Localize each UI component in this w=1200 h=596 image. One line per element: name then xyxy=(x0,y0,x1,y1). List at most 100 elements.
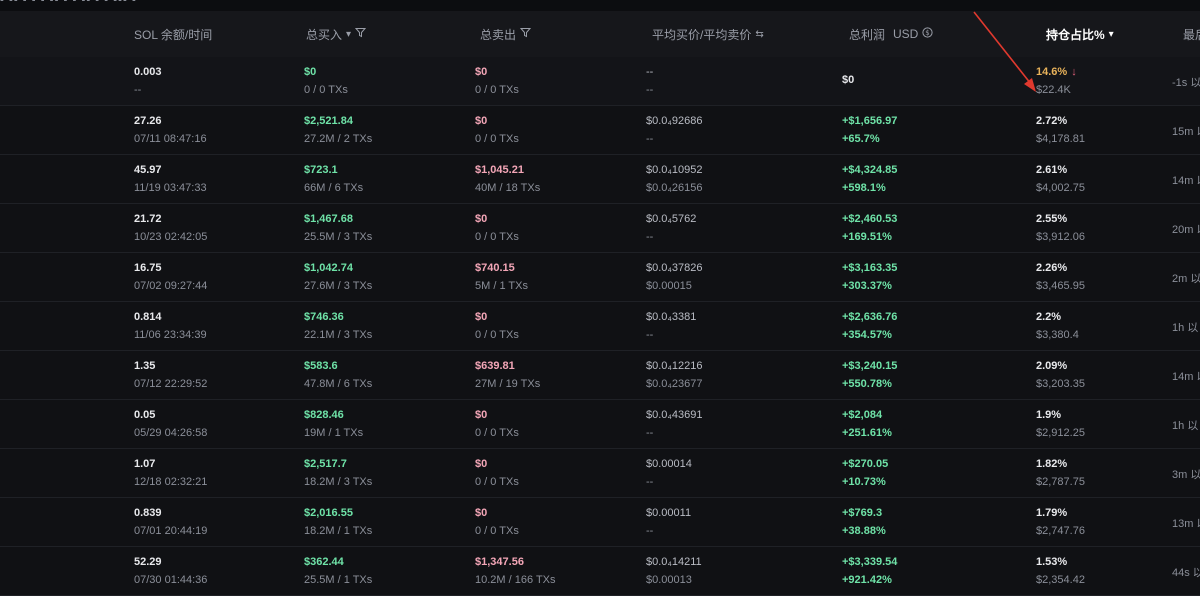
total-profit-percent: +169.51% xyxy=(842,231,892,243)
total-sell-detail: 0 / 0 TXs xyxy=(475,525,519,537)
total-profit-percent: +550.78% xyxy=(842,378,892,390)
total-sell-detail: 5M / 1 TXs xyxy=(475,280,528,292)
first-trade-time: 10/23 02:42:05 xyxy=(134,231,208,243)
avg-sell-price: -- xyxy=(646,476,654,488)
total-sell-detail: 0 / 0 TXs xyxy=(475,329,519,341)
table-row[interactable]: 27.26 07/11 08:47:16 $2,521.84 27.2M / 2… xyxy=(0,106,1200,155)
total-sell-value: $0 xyxy=(475,311,488,323)
holding-share-text: 1.79% xyxy=(1036,507,1068,519)
sol-balance: 16.75 xyxy=(134,262,162,274)
total-buy-detail: 22.1M / 3 TXs xyxy=(304,329,373,341)
total-sell-value: $0 xyxy=(475,458,488,470)
swap-icon[interactable]: ⇆ xyxy=(755,29,763,40)
col-total-sell[interactable]: 总卖出 xyxy=(480,11,532,57)
holding-share-text: 1.82% xyxy=(1036,458,1068,470)
first-trade-time: 07/01 20:44:19 xyxy=(134,525,208,537)
holding-share-value: $4,002.75 xyxy=(1036,182,1085,194)
avg-sell-price: $0.00015 xyxy=(646,280,692,292)
table-row[interactable]: 0.839 07/01 20:44:19 $2,016.55 18.2M / 1… xyxy=(0,498,1200,547)
avg-sell-price: -- xyxy=(646,525,654,537)
sol-balance: 0.05 xyxy=(134,409,156,421)
col-label: 总买入 xyxy=(306,27,343,42)
first-trade-time: 07/12 22:29:52 xyxy=(134,378,208,390)
avg-buy-price: $0.0₄3381 xyxy=(646,311,697,323)
total-profit-value: +$2,084 xyxy=(842,409,883,421)
total-sell-value: $0 xyxy=(475,213,488,225)
holding-share-percent: 1.82% xyxy=(1036,458,1067,470)
first-trade-time: 07/30 01:44:36 xyxy=(134,574,208,586)
total-buy-detail: 66M / 6 TXs xyxy=(304,182,364,194)
avg-buy-price: -- xyxy=(646,66,654,78)
total-profit-value: +$2,460.53 xyxy=(842,213,898,225)
total-buy-value: $723.1 xyxy=(304,164,338,176)
holding-share-percent: 1.53% xyxy=(1036,556,1067,568)
col-label: 总卖出 xyxy=(480,27,517,42)
table-row[interactable]: 0.814 11/06 23:34:39 $746.36 22.1M / 3 T… xyxy=(0,302,1200,351)
col-last[interactable]: 最后 xyxy=(1183,11,1200,57)
total-buy-detail: 27.6M / 3 TXs xyxy=(304,280,373,292)
table-row[interactable]: 0.05 05/29 04:26:58 $828.46 19M / 1 TXs … xyxy=(0,400,1200,449)
total-sell-detail: 0 / 0 TXs xyxy=(475,231,519,243)
total-sell-detail: 40M / 18 TXs xyxy=(475,182,541,194)
total-profit-percent: +303.37% xyxy=(842,280,892,292)
avg-buy-price: $0.0₄5762 xyxy=(646,213,697,225)
total-profit-value: +$1,656.97 xyxy=(842,115,898,127)
col-holding-share[interactable]: 持仓占比% ▾ xyxy=(1046,11,1114,57)
last-activity: 14m 以 xyxy=(1172,175,1200,187)
table-row[interactable]: 1.07 12/18 02:32:21 $2,517.7 18.2M / 3 T… xyxy=(0,449,1200,498)
total-sell-detail: 27M / 19 TXs xyxy=(475,378,541,390)
total-profit-percent: +921.42% xyxy=(842,574,892,586)
holding-share-value: $2,354.42 xyxy=(1036,574,1085,586)
total-sell-value: $0 xyxy=(475,507,488,519)
total-buy-value: $2,521.84 xyxy=(304,115,353,127)
filter-icon[interactable] xyxy=(354,27,367,41)
col-avg-price[interactable]: 平均买价/平均卖价 ⇆ xyxy=(652,11,764,57)
col-sol-balance-time[interactable]: SOL 余额/时间 xyxy=(134,11,212,57)
last-activity: -1s 以 xyxy=(1172,77,1200,89)
sort-caret-icon[interactable]: ▾ xyxy=(346,29,351,40)
holding-share-value: $2,747.76 xyxy=(1036,525,1085,537)
sol-balance: 21.72 xyxy=(134,213,162,225)
total-buy-detail: 25.5M / 1 TXs xyxy=(304,574,373,586)
table-row[interactable]: 0.003 -- $0 0 / 0 TXs $0 0 / 0 TXs -- --… xyxy=(0,57,1200,106)
holding-share-percent: 2.72% xyxy=(1036,115,1067,127)
last-activity: 15m 以 xyxy=(1172,126,1200,138)
table-row[interactable]: 52.29 07/30 01:44:36 $362.44 25.5M / 1 T… xyxy=(0,547,1200,596)
holding-share-percent: 2.61% xyxy=(1036,164,1067,176)
holding-share-percent: 2.55% xyxy=(1036,213,1067,225)
total-buy-value: $2,016.55 xyxy=(304,507,353,519)
total-buy-value: $583.6 xyxy=(304,360,338,372)
total-profit-percent: +354.57% xyxy=(842,329,892,341)
holding-share-text: 2.72% xyxy=(1036,115,1068,127)
avg-sell-price: -- xyxy=(646,427,654,439)
total-profit-value: +$769.3 xyxy=(842,507,883,519)
col-total-profit[interactable]: 总利润 USD $ xyxy=(849,11,933,57)
total-sell-detail: 0 / 0 TXs xyxy=(475,427,519,439)
table-row[interactable]: 45.97 11/19 03:47:33 $723.1 66M / 6 TXs … xyxy=(0,155,1200,204)
holding-share-text: 2.61% xyxy=(1036,164,1068,176)
avg-sell-price: $0.0₄23677 xyxy=(646,378,703,390)
filter-icon[interactable] xyxy=(519,27,532,41)
holding-share-text: 2.2% xyxy=(1036,311,1062,323)
avg-sell-price: $0.00013 xyxy=(646,574,692,586)
avg-buy-price: $0.0₄12216 xyxy=(646,360,703,372)
total-sell-value: $0 xyxy=(475,115,488,127)
sort-caret-down-icon[interactable]: ▾ xyxy=(1109,29,1114,40)
holding-share-text: 1.9% xyxy=(1036,409,1062,421)
sol-balance: 45.97 xyxy=(134,164,162,176)
holding-share-value: $4,178.81 xyxy=(1036,133,1085,145)
col-total-buy[interactable]: 总买入 ▾ xyxy=(306,11,367,57)
avg-sell-price: -- xyxy=(646,133,654,145)
currency-icon[interactable]: $ xyxy=(922,27,933,41)
holding-share-text: 14.6% xyxy=(1036,66,1068,78)
last-activity: 2m 以 xyxy=(1172,273,1200,285)
first-trade-time: 05/29 04:26:58 xyxy=(134,427,208,439)
total-buy-detail: 27.2M / 2 TXs xyxy=(304,133,373,145)
holding-share-value: $3,465.95 xyxy=(1036,280,1085,292)
table-row[interactable]: 1.35 07/12 22:29:52 $583.6 47.8M / 6 TXs… xyxy=(0,351,1200,400)
table-row[interactable]: 16.75 07/02 09:27:44 $1,042.74 27.6M / 3… xyxy=(0,253,1200,302)
first-trade-time: 07/02 09:27:44 xyxy=(134,280,208,292)
total-profit-percent: +10.73% xyxy=(842,476,886,488)
table-row[interactable]: 21.72 10/23 02:42:05 $1,467.68 25.5M / 3… xyxy=(0,204,1200,253)
col-label: SOL 余额/时间 xyxy=(134,27,213,42)
